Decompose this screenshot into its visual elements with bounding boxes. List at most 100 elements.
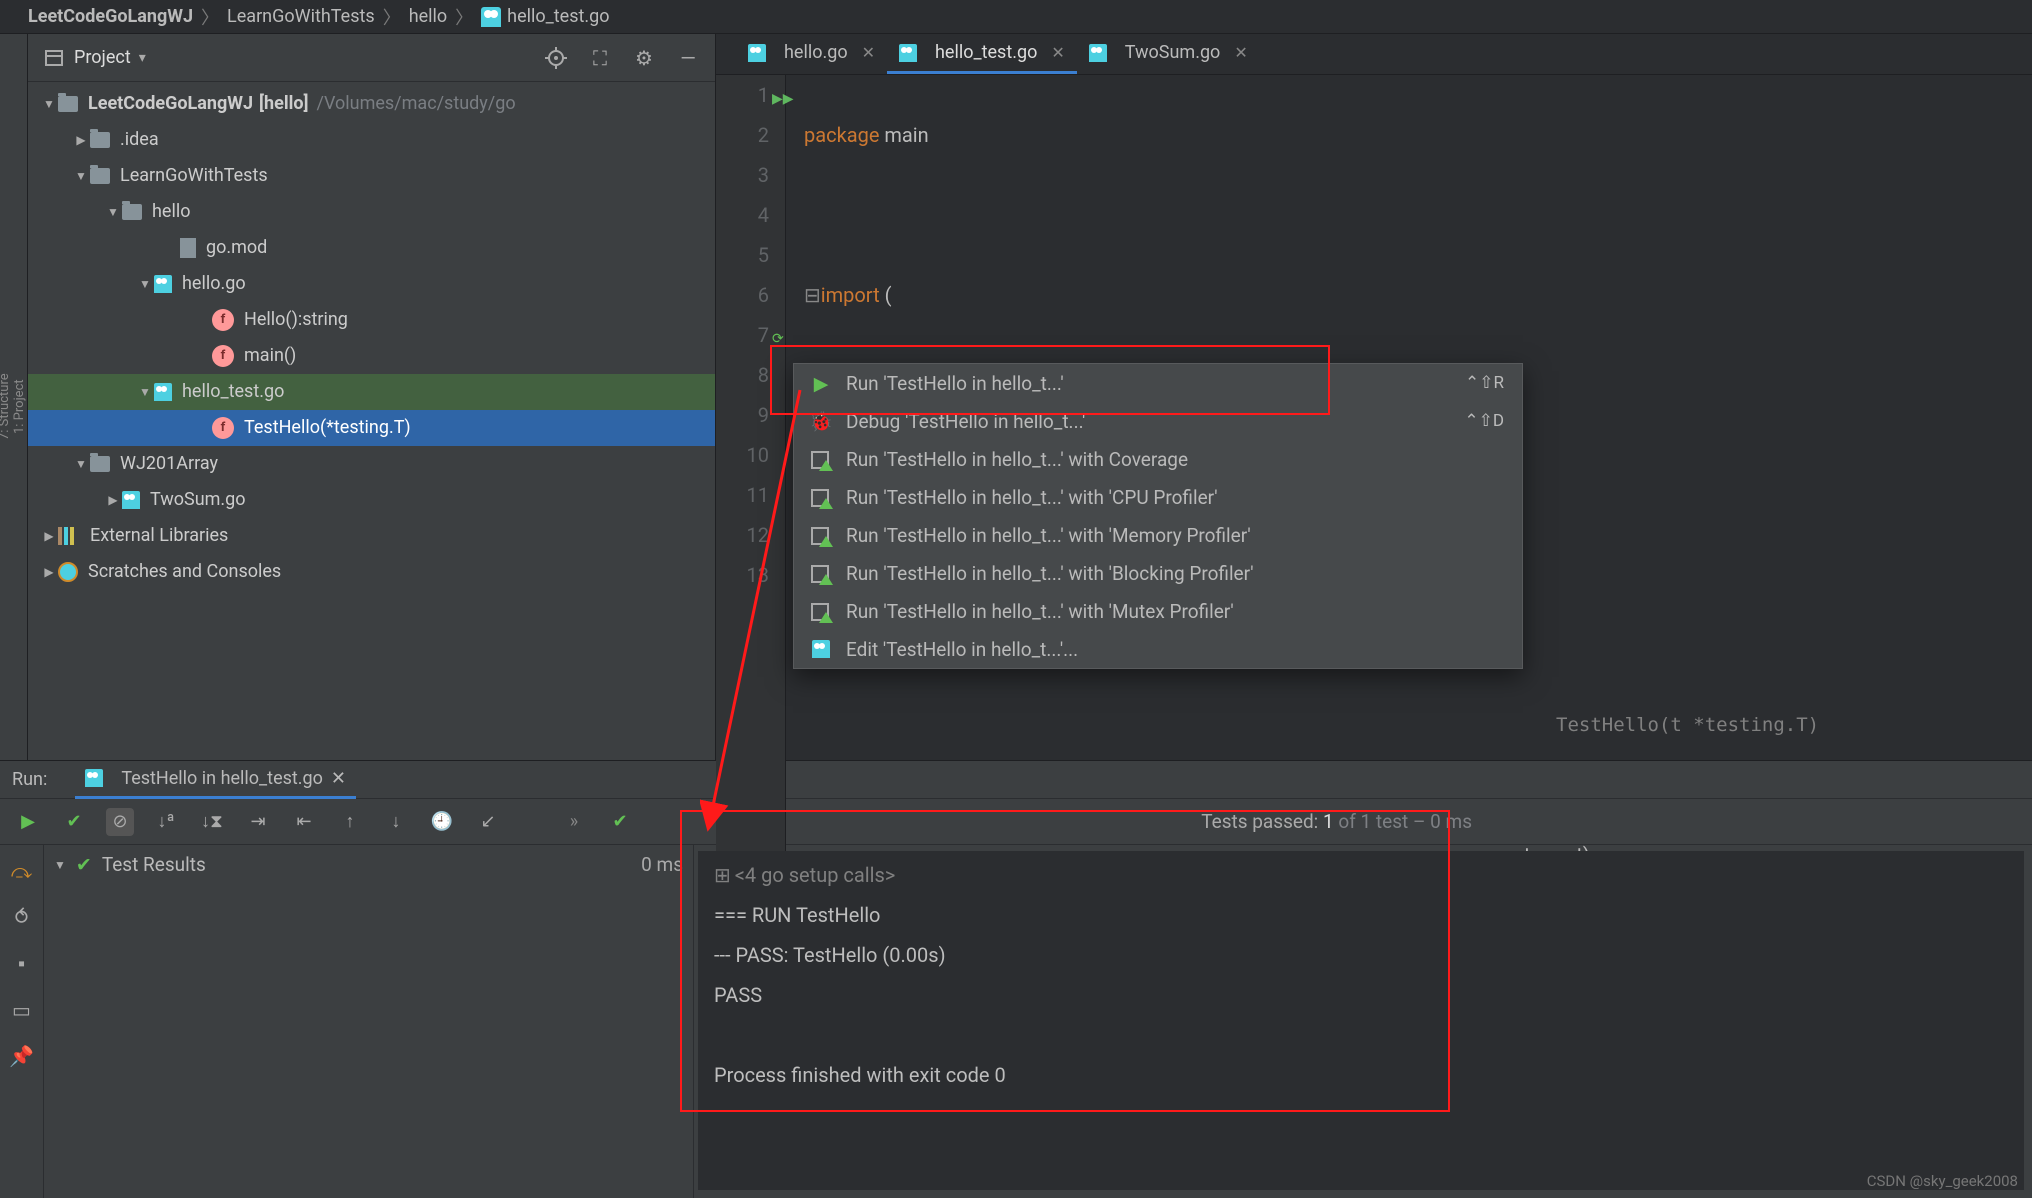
import-icon[interactable]: ↙ [474, 808, 502, 836]
tool-structure-tab[interactable]: 7: Structure [0, 72, 12, 742]
breadcrumb-mid[interactable]: LearnGoWithTests [227, 6, 375, 27]
profiler-icon [810, 525, 832, 545]
ctx-mutex-profiler[interactable]: Run 'TestHello in hello_t...' with 'Mute… [794, 592, 1522, 630]
close-icon[interactable]: ✕ [331, 768, 346, 789]
ctx-cpu-profiler[interactable]: Run 'TestHello in hello_t...' with 'CPU … [794, 478, 1522, 516]
function-icon: f [212, 417, 234, 439]
go-file-icon [154, 383, 172, 401]
test-results-tree[interactable]: ▼✔ Test Results 0 ms [44, 845, 694, 1198]
locate-icon[interactable] [545, 47, 567, 69]
expand-icon[interactable]: ⊞ [714, 863, 731, 887]
pin-icon[interactable]: 📌 [9, 1044, 34, 1068]
run-label: Run: [12, 769, 47, 790]
ctx-mem-profiler[interactable]: Run 'TestHello in hello_t...' with 'Memo… [794, 516, 1522, 554]
close-icon[interactable]: ✕ [1234, 43, 1247, 62]
chevron-right-icon: 〉 [455, 4, 473, 30]
folder-icon [90, 168, 110, 184]
tab-hello-go[interactable]: hello.go✕ [736, 34, 887, 74]
bug-icon: 🐞 [810, 410, 832, 433]
tab-hello-test-go[interactable]: hello_test.go✕ [887, 34, 1077, 74]
tree-file-hellotest[interactable]: hello_test.go [28, 374, 715, 410]
ctx-edit[interactable]: Edit 'TestHello in hello_t...'... [794, 630, 1522, 668]
coverage-icon [810, 449, 832, 469]
watermark: CSDN @sky_geek2008 [1867, 1172, 2018, 1190]
project-view-icon [44, 48, 64, 68]
test-results-root[interactable]: ▼✔ Test Results 0 ms [54, 853, 683, 876]
tests-ok-icon: ✔ [606, 808, 634, 836]
breadcrumb-root[interactable]: LeetCodeGoLangWJ [28, 6, 193, 27]
rerun-icon[interactable]: ▶ [14, 808, 42, 836]
project-panel-header: Project ▾ ⛶ ⚙ — [28, 34, 715, 82]
gear-icon[interactable]: ⚙ [633, 47, 655, 69]
disabled-icon[interactable]: ⊘ [106, 808, 134, 836]
editor-tabs: hello.go✕ hello_test.go✕ TwoSum.go✕ [716, 34, 2032, 75]
check-icon[interactable]: ✔ [60, 808, 88, 836]
tree-folder-learn[interactable]: LearnGoWithTests [28, 158, 715, 194]
sort-icon[interactable]: ↓ª [152, 808, 180, 836]
function-icon: f [212, 309, 234, 331]
run-left-rail: ⤼ ⥀ ▪ ▭ 📌 [0, 845, 44, 1198]
profiler-icon [810, 563, 832, 583]
tree-scratches[interactable]: Scratches and Consoles [28, 554, 715, 590]
tree-root[interactable]: LeetCodeGoLangWJ [hello] /Volumes/mac/st… [28, 86, 715, 122]
tree-fn-hello[interactable]: fHello():string [28, 302, 715, 338]
profiler-icon [810, 487, 832, 507]
layout-icon[interactable]: ▭ [12, 998, 31, 1022]
next-icon[interactable]: ↓ [382, 808, 410, 836]
expand-all-icon[interactable]: ⛶ [589, 47, 611, 69]
tree-fn-testhello[interactable]: fTestHello(*testing.T) [28, 410, 715, 446]
ctx-block-profiler[interactable]: Run 'TestHello in hello_t...' with 'Bloc… [794, 554, 1522, 592]
tree-file-twosum[interactable]: TwoSum.go [28, 482, 715, 518]
run-gutter-icon[interactable]: ▶▶ [772, 79, 794, 119]
scratches-icon [58, 562, 78, 582]
collapse-icon[interactable]: ⇤ [290, 808, 318, 836]
link-icon[interactable]: ⥀ [15, 905, 29, 929]
breadcrumb-folder[interactable]: hello [409, 6, 447, 27]
tree-folder-array[interactable]: WJ201Array [28, 446, 715, 482]
expand-icon[interactable]: ⇥ [244, 808, 272, 836]
ctx-run[interactable]: ▶Run 'TestHello in hello_t...'⌃⇧R [794, 364, 1522, 402]
folder-icon [58, 96, 78, 112]
ctx-coverage[interactable]: Run 'TestHello in hello_t...' with Cover… [794, 440, 1522, 478]
check-icon: ✔ [76, 853, 92, 876]
history-icon[interactable]: 🕘 [428, 808, 456, 836]
go-file-icon [899, 44, 917, 62]
breadcrumb-file[interactable]: hello_test.go [507, 6, 609, 27]
more-icon[interactable]: » [560, 808, 588, 836]
stop-icon[interactable]: ▪ [18, 951, 25, 976]
profiler-icon [810, 601, 832, 621]
tree-external-libs[interactable]: External Libraries [28, 518, 715, 554]
run-test-gutter-icon[interactable]: ⟳ [772, 319, 784, 359]
step-icon[interactable]: ⤼ [11, 859, 32, 883]
project-root-name: LeetCodeGoLangWJ [88, 86, 253, 122]
editor-gutter[interactable]: 1▶▶ 23456 7⟳ 8910111213 [716, 75, 786, 955]
project-root-path: /Volumes/mac/study/go [317, 86, 516, 122]
chevron-down-icon[interactable]: ▾ [139, 50, 146, 66]
prev-icon[interactable]: ↑ [336, 808, 364, 836]
code-hint: TestHello(t *testing.T) [1556, 714, 1819, 736]
close-icon[interactable]: ✕ [862, 43, 875, 62]
go-file-icon [1089, 44, 1107, 62]
tree-folder-hello[interactable]: hello [28, 194, 715, 230]
close-icon[interactable]: ✕ [1051, 43, 1064, 62]
hide-icon[interactable]: — [677, 47, 699, 69]
tree-folder-idea[interactable]: .idea [28, 122, 715, 158]
tree-fn-main[interactable]: fmain() [28, 338, 715, 374]
go-file-icon [122, 491, 140, 509]
sort-time-icon[interactable]: ↓⧗ [198, 808, 226, 836]
folder-icon [90, 132, 110, 148]
tab-twosum-go[interactable]: TwoSum.go✕ [1077, 34, 1260, 74]
go-file-icon [748, 44, 766, 62]
breadcrumb: LeetCodeGoLangWJ 〉 LearnGoWithTests 〉 he… [0, 0, 2032, 34]
tool-project-tab[interactable]: 1: Project [12, 72, 27, 742]
project-tree[interactable]: LeetCodeGoLangWJ [hello] /Volumes/mac/st… [28, 82, 715, 760]
tree-file-hellogo[interactable]: hello.go [28, 266, 715, 302]
tree-file-gomod[interactable]: go.mod [28, 230, 715, 266]
console-output[interactable]: ⊞<4 go setup calls> === RUN TestHello --… [698, 851, 2024, 1190]
run-config-tab[interactable]: TestHello in hello_test.go✕ [75, 761, 356, 799]
project-panel: Project ▾ ⛶ ⚙ — LeetCodeGoLangWJ [hello]… [28, 34, 716, 760]
go-file-icon [810, 640, 832, 658]
project-title[interactable]: Project [74, 47, 131, 68]
ctx-debug[interactable]: 🐞Debug 'TestHello in hello_t...'⌃⇧D [794, 402, 1522, 440]
folder-icon [122, 204, 142, 220]
